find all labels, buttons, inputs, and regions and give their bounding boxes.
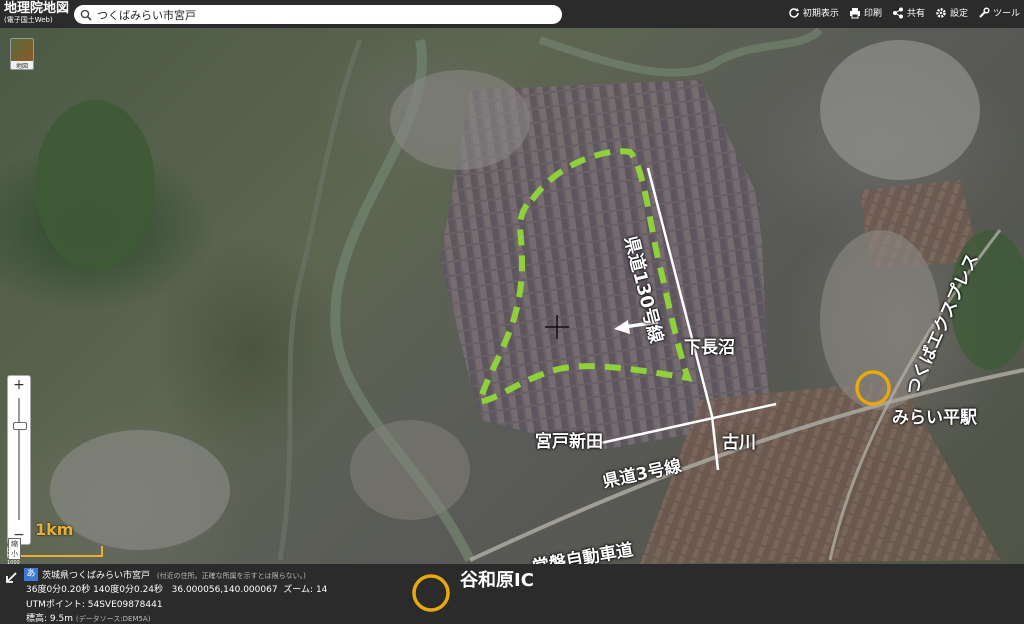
search-box[interactable] bbox=[74, 5, 562, 24]
toolbar: 初期表示 印刷 共有 設定 ツール bbox=[788, 6, 1020, 19]
layer-select-button[interactable]: 地図 bbox=[10, 38, 34, 70]
map-overlay bbox=[35, 28, 1024, 564]
scale-bar-line bbox=[7, 546, 103, 557]
app-subtitle: (電子国土Web) bbox=[4, 16, 53, 24]
address-line: 茨城県つくばみらい市宮戸 (付近の住所。正確な所属を示すとは限らない。) bbox=[42, 568, 306, 581]
utm-row: UTMポイント: 54SVE09878441 bbox=[26, 597, 163, 610]
label-furukawa: 古川 bbox=[722, 433, 756, 453]
utm-value: 54SVE09878441 bbox=[87, 600, 163, 610]
zoom-in-button[interactable]: + bbox=[8, 376, 30, 394]
zoom-slider-handle[interactable] bbox=[13, 422, 27, 430]
refresh-icon bbox=[789, 7, 799, 18]
gear-icon bbox=[936, 7, 946, 18]
label-yawara-ic: 谷和原IC bbox=[460, 570, 534, 591]
share-icon bbox=[892, 7, 903, 18]
zoom-level-label: ズーム: bbox=[283, 585, 314, 595]
utm-label: UTMポイント: bbox=[26, 600, 85, 610]
wrench-icon bbox=[979, 6, 990, 18]
zoom-slider-track[interactable] bbox=[18, 398, 20, 520]
layer-label: 地図 bbox=[15, 63, 28, 70]
settings-label: 設定 bbox=[949, 9, 968, 19]
layer-thumbnail bbox=[11, 39, 33, 61]
map-view[interactable]: 県道130号線 下長沼 宮戸新田 古川 県道3号線 つくばエクスプレス みらい平… bbox=[0, 28, 1024, 564]
top-bar: 地理院地図 (電子国土Web) 初期表示 印刷 共有 設定 ツール bbox=[0, 0, 1024, 28]
scale-label: 1km bbox=[35, 520, 74, 539]
settings-button[interactable]: 設定 bbox=[935, 6, 968, 19]
label-miraidaira: みらい平駅 bbox=[892, 408, 977, 428]
search-input[interactable] bbox=[95, 7, 539, 22]
printer-icon bbox=[849, 7, 860, 18]
address-text: 茨城県つくばみらい市宮戸 bbox=[42, 571, 151, 581]
reset-view-label: 初期表示 bbox=[802, 9, 839, 19]
coordinate-row: 36度0分0.20秒 140度0分0.24秒 36.000056,140.000… bbox=[26, 582, 327, 595]
elevation-row: 標高: 9.5m (データソース:DEM5A) bbox=[26, 611, 150, 624]
print-button[interactable]: 印刷 bbox=[849, 6, 882, 19]
label-miyado-shinden: 宮戸新田 bbox=[535, 432, 603, 452]
label-shimonaganuma: 下長沼 bbox=[684, 338, 735, 358]
dms-coordinates: 36度0分0.20秒 140度0分0.24秒 bbox=[26, 585, 164, 595]
app-logo[interactable]: 地理院地図 (電子国土Web) bbox=[4, 2, 69, 25]
ic-marker bbox=[412, 574, 450, 612]
address-note: (付近の住所。正確な所属を示すとは限らない。) bbox=[156, 572, 306, 580]
decimal-coordinates: 36.000056,140.000067 bbox=[171, 585, 278, 595]
elevation-source: (データソース:DEM5A) bbox=[75, 615, 151, 623]
info-bar: あ 茨城県つくばみらい市宮戸 (付近の住所。正確な所属を示すとは限らない。) 3… bbox=[0, 564, 1024, 624]
reset-view-button[interactable]: 初期表示 bbox=[788, 6, 839, 19]
print-label: 印刷 bbox=[863, 9, 882, 19]
tools-label: ツール bbox=[992, 9, 1020, 19]
collapse-arrow-icon[interactable] bbox=[5, 572, 17, 584]
tools-button[interactable]: ツール bbox=[978, 6, 1020, 19]
zoom-level-value: 14 bbox=[315, 585, 328, 595]
share-label: 共有 bbox=[906, 9, 925, 19]
elevation-label: 標高: bbox=[26, 614, 48, 624]
address-icon: あ bbox=[24, 568, 38, 581]
share-button[interactable]: 共有 bbox=[892, 6, 925, 19]
zoom-control: + − bbox=[7, 375, 31, 545]
elevation-value: 9.5m bbox=[49, 614, 74, 624]
search-icon bbox=[80, 9, 92, 21]
app-title: 地理院地図 bbox=[4, 1, 70, 16]
